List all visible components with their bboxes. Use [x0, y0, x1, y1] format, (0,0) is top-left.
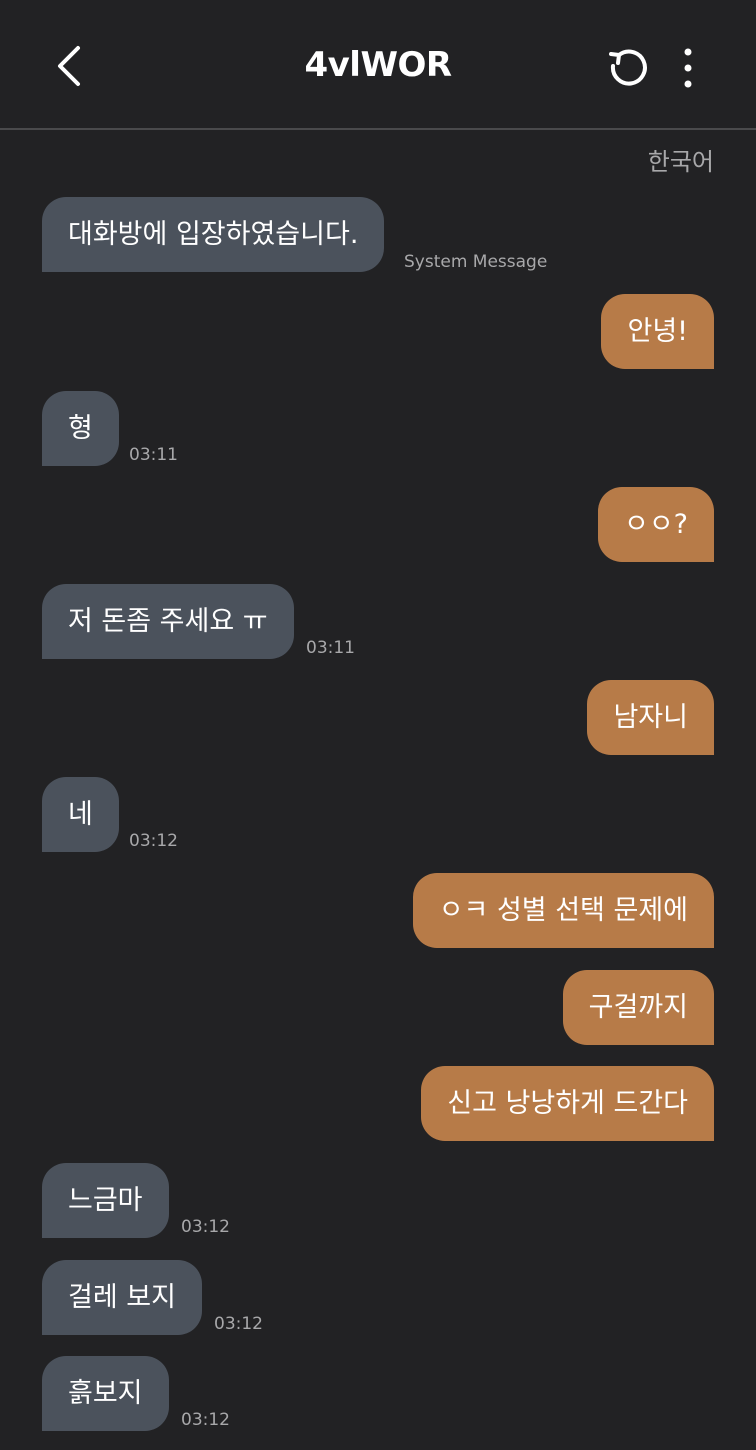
message-bubble-incoming: 느금마 — [42, 1163, 169, 1238]
chat-header: 4vlWOR — [0, 0, 756, 130]
message-bubble-outgoing: ㅇㅋ 성별 선택 문제에 — [412, 873, 714, 948]
refresh-icon — [609, 49, 647, 86]
system-message-label: System Message — [404, 252, 548, 272]
message-bubble-outgoing: 구걸까지 — [562, 970, 714, 1045]
message-bubble-outgoing: 신고 낭낭하게 드간다 — [421, 1066, 714, 1141]
message-bubble-incoming: 걸레 보지 — [42, 1260, 202, 1335]
message-timestamp: 03:12 — [181, 1410, 230, 1430]
refresh-button[interactable] — [600, 40, 656, 96]
language-selector[interactable]: 한국어 — [648, 142, 714, 177]
message-bubble-incoming: 네 — [42, 777, 119, 852]
message-timestamp: 03:11 — [306, 638, 355, 658]
message-timestamp: 03:12 — [214, 1314, 263, 1334]
message-bubble-incoming: 대화방에 입장하였습니다. — [42, 197, 385, 272]
message-timestamp: 03:12 — [181, 1217, 230, 1237]
more-vertical-icon — [684, 48, 692, 88]
message-timestamp: 03:12 — [129, 831, 178, 851]
message-bubble-incoming: 형 — [42, 391, 119, 466]
message-bubble-outgoing: 남자니 — [587, 680, 714, 755]
message-bubble-incoming: 흙보지 — [42, 1356, 169, 1431]
message-timestamp: 03:11 — [129, 445, 178, 465]
message-bubble-outgoing: ㅇㅇ? — [597, 487, 714, 562]
message-bubble-incoming: 저 돈좀 주세요 ㅠ — [42, 584, 294, 659]
message-bubble-outgoing: 안녕! — [601, 294, 714, 369]
more-options-button[interactable] — [664, 40, 712, 96]
